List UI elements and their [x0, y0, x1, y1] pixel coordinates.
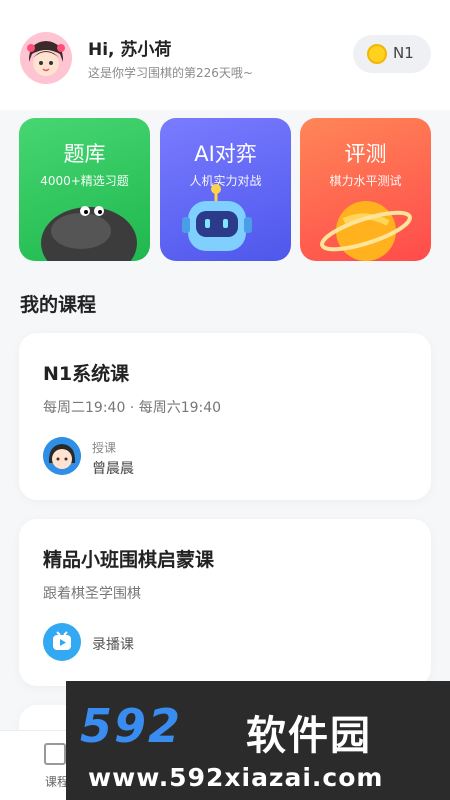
course-type-label: 录播课 [92, 637, 134, 653]
star-icon [367, 44, 387, 64]
watermark-brand: 软件园 [246, 713, 372, 759]
tile-title: AI对弈 [194, 142, 257, 166]
greeting-text: Hi, 苏小荷 [88, 40, 172, 60]
study-days-text: 这是你学习围棋的第226天哦~ [88, 66, 253, 80]
level-label: N1 [393, 44, 414, 62]
level-badge[interactable]: N1 [353, 35, 431, 73]
course-card[interactable]: N1系统课 每周二19:40 · 每周六19:40 授课 曾晨晨 [19, 333, 431, 500]
course-tab-icon[interactable] [44, 743, 66, 765]
course-card[interactable]: 精品小班围棋启蒙课 跟着棋圣学围棋 录播课 [19, 519, 431, 686]
watermark-banner: 592 软件园 www.592xiazai.com [66, 681, 450, 800]
teacher-name: 曾晨晨 [92, 461, 134, 477]
course-subtitle: 跟着棋圣学围棋 [43, 586, 141, 602]
course-title: N1系统课 [43, 363, 130, 385]
header: Hi, 苏小荷 这是你学习围棋的第226天哦~ N1 [0, 0, 450, 110]
watermark-number: 592 [80, 699, 183, 753]
video-icon [43, 623, 81, 661]
planet-icon [320, 201, 412, 261]
tile-question-bank[interactable]: 题库 4000+精选习题 [19, 118, 150, 261]
go-stone-icon [41, 206, 137, 261]
teacher-avatar [43, 437, 81, 475]
user-avatar[interactable] [20, 32, 72, 84]
tile-title: 题库 [63, 142, 106, 166]
teacher-label: 授课 [92, 441, 117, 455]
course-title: 精品小班围棋启蒙课 [43, 549, 215, 571]
section-title-my-courses: 我的课程 [20, 294, 97, 316]
tile-title: 评测 [344, 142, 387, 166]
robot-icon [182, 184, 252, 251]
tile-assessment[interactable]: 评测 棋力水平测试 [300, 118, 431, 261]
course-schedule: 每周二19:40 · 每周六19:40 [43, 400, 222, 416]
watermark-url: www.592xiazai.com [88, 763, 384, 792]
tile-ai-game[interactable]: AI对弈 人机实力对战 [160, 118, 291, 261]
